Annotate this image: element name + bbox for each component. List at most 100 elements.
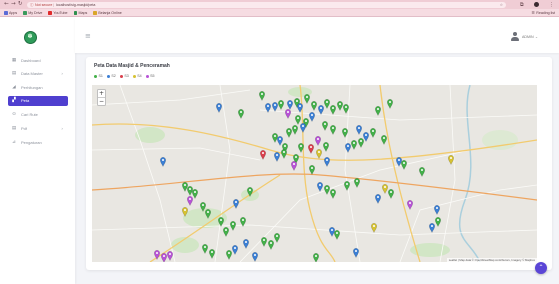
bookmark-label: My Drive xyxy=(28,11,43,15)
marker-dot xyxy=(242,219,244,221)
bookmark-label: Maps xyxy=(78,11,88,15)
sidebar-item-cari-rute[interactable]: ⊙ Cari Rute xyxy=(8,110,68,120)
browser-toolbar: ← → ↻ ⓘ Not secure | localhost/sig-masji… xyxy=(0,0,559,9)
reading-list-icon: ☰ xyxy=(531,11,535,15)
marker-dot xyxy=(297,117,299,119)
youtube-icon xyxy=(48,11,52,15)
marker-dot xyxy=(319,184,321,186)
marker-dot xyxy=(389,101,391,103)
marker-dot xyxy=(320,107,322,109)
sidebar-item-label: Pengaturan xyxy=(21,140,42,145)
route-icon: ⊙ xyxy=(12,112,16,117)
reading-list-label: Reading list xyxy=(536,11,555,15)
map-attribution[interactable]: Leaflet | Map data © OpenStreetMap contr… xyxy=(446,258,537,262)
zoom-in-button[interactable]: + xyxy=(98,90,105,98)
marker-dot xyxy=(311,167,313,169)
marker-dot xyxy=(202,204,204,206)
dashboard-icon: ▦ xyxy=(11,58,17,63)
sidebar-item-perhitungan[interactable]: ◢ Perhitungan xyxy=(8,83,68,93)
marker-dot xyxy=(249,189,251,191)
sidebar-item-label: Cari Rute xyxy=(21,112,38,117)
bookmark-label: Apps xyxy=(9,11,18,15)
hamburger-icon[interactable]: ≡ xyxy=(85,33,91,40)
bookmark-label: YouTube xyxy=(53,11,68,15)
zoom-out-button[interactable]: − xyxy=(98,98,105,106)
marker-dot xyxy=(345,106,347,108)
marker-dot xyxy=(211,251,213,253)
user-name[interactable]: ADMIN xyxy=(522,35,534,40)
marker-dot xyxy=(326,101,328,103)
kebab-menu-icon[interactable]: ⋮ xyxy=(549,2,554,8)
legend-label: S1 xyxy=(98,74,103,78)
map-park xyxy=(135,127,165,143)
marker-dot xyxy=(346,183,348,185)
marker-dot xyxy=(377,196,379,198)
marker-dot xyxy=(228,252,230,254)
address-bar[interactable]: ⓘ Not secure | localhost/sig-masjid/peta… xyxy=(27,1,506,8)
sidebar-item-pengaturan[interactable]: ⊿ Pengaturan xyxy=(8,138,68,148)
marker-dot xyxy=(326,187,328,189)
marker-dot xyxy=(189,198,191,200)
legend-item: S1 xyxy=(94,74,103,79)
extensions-icon[interactable]: ⧉ xyxy=(520,2,524,8)
apps-grid-icon xyxy=(4,11,8,15)
sidebar-item-peta[interactable]: ▞ Peta xyxy=(8,96,68,106)
marker-dot xyxy=(274,104,276,106)
bookmarks-bar: Apps My Drive YouTube Maps Belanja Onlin… xyxy=(0,9,559,17)
sidebar-item-label: Perhitungan xyxy=(21,85,43,90)
bookmark-shop[interactable]: Belanja Online xyxy=(93,11,122,15)
marker-dot xyxy=(184,209,186,211)
map-card: Peta Data Masjid & Penceramah S1 S2 S3 S… xyxy=(86,57,552,270)
app-logo-icon[interactable]: ✽ xyxy=(23,30,37,44)
map-legend: S1 S2 S3 S4 S5 xyxy=(94,74,155,79)
marker-dot xyxy=(306,96,308,98)
marker-dot xyxy=(189,188,191,190)
forward-arrow-icon[interactable]: → xyxy=(11,1,16,8)
bookmark-apps[interactable]: Apps xyxy=(4,11,17,15)
marker-dot xyxy=(294,127,296,129)
marker-dot xyxy=(263,239,265,241)
address-separator: | xyxy=(53,2,54,7)
map-canvas[interactable] xyxy=(92,85,537,262)
user-avatar[interactable] xyxy=(511,32,519,42)
chevron-down-icon[interactable]: ⌄ xyxy=(535,35,538,40)
marker-dot xyxy=(332,191,334,193)
bookmark-star-icon[interactable]: ☆ xyxy=(500,2,503,8)
avatar-body xyxy=(511,36,519,41)
reading-list-button[interactable]: ☰ Reading list xyxy=(531,9,555,17)
url-text[interactable]: localhost/sig-masjid/peta xyxy=(56,2,95,8)
info-icon[interactable]: ⓘ xyxy=(30,2,34,8)
bookmark-maps[interactable]: Maps xyxy=(73,11,88,15)
legend-item: S2 xyxy=(106,74,116,79)
marker-dot xyxy=(372,130,374,132)
marker-dot xyxy=(163,255,165,257)
settings-icon: ⊿ xyxy=(12,140,16,145)
database-icon: ▤ xyxy=(11,71,17,76)
legend-label: S4 xyxy=(137,74,142,78)
bookmark-youtube[interactable]: YouTube xyxy=(48,11,68,15)
back-arrow-icon[interactable]: ← xyxy=(4,1,9,8)
marker-dot xyxy=(232,223,234,225)
chevron-right-icon: › xyxy=(61,71,63,76)
marker-dot xyxy=(313,103,315,105)
sidebar-item-pdf[interactable]: ▤ Pdf › xyxy=(8,124,68,134)
marker-dot xyxy=(184,184,186,186)
scroll-top-button[interactable]: ⌃ xyxy=(535,262,547,274)
marker-dot xyxy=(299,105,301,107)
sidebar-item-dashboard[interactable]: ▦ Dashboard xyxy=(8,56,68,66)
reload-icon[interactable]: ↻ xyxy=(18,1,23,8)
marker-dot xyxy=(353,142,355,144)
marker-dot xyxy=(403,162,405,164)
marker-dot xyxy=(332,107,334,109)
legend-dot xyxy=(145,75,149,78)
profile-avatar[interactable] xyxy=(534,2,539,7)
bookmark-my-drive[interactable]: My Drive xyxy=(23,11,42,15)
map-view[interactable]: + − Leaflet | Map data © OpenStreetMap c… xyxy=(92,85,537,262)
marker-dot xyxy=(194,191,196,193)
marker-dot xyxy=(384,186,386,188)
avatar-head xyxy=(513,32,517,36)
marker-dot xyxy=(318,151,320,153)
map-icon: ▞ xyxy=(12,98,16,103)
marker-dot xyxy=(300,145,302,147)
sidebar-item-data-master[interactable]: ▤ Data Master › xyxy=(8,69,68,79)
